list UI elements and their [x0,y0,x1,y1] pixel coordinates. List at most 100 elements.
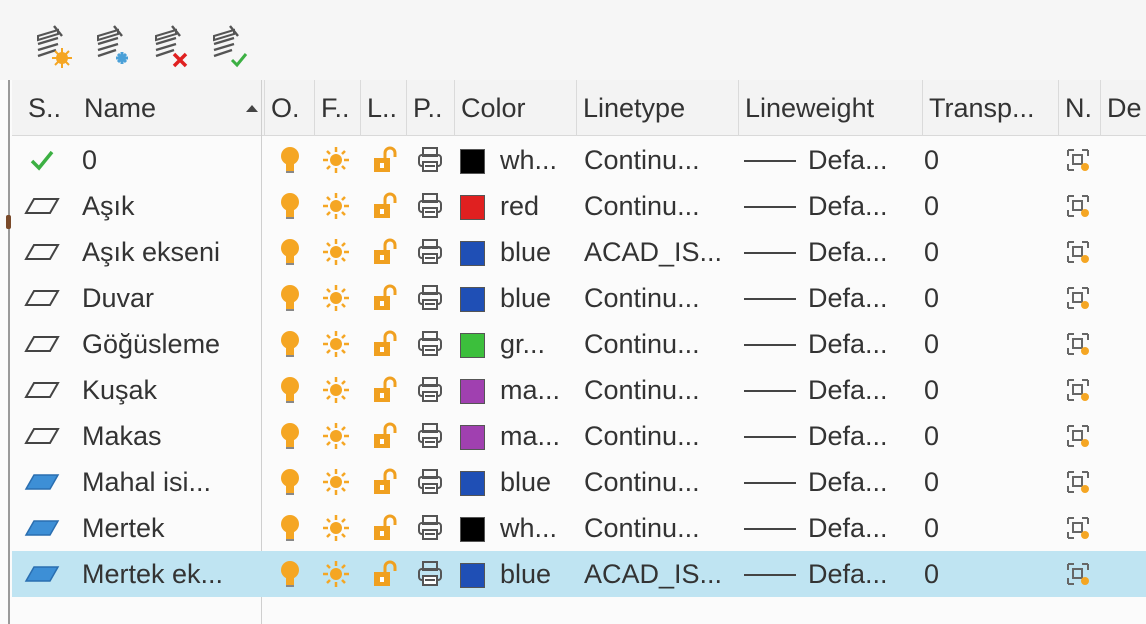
delete-layer-button[interactable] [150,22,194,70]
unlock-icon[interactable] [368,275,400,321]
color-name[interactable]: blue [500,275,551,321]
column-lock[interactable]: L.. [360,80,406,136]
layer-name[interactable]: 0 [82,137,97,183]
lineweight-value[interactable]: Defa... [808,413,888,459]
layer-name[interactable]: Kuşak [82,367,157,413]
transparency-value[interactable]: 0 [924,413,939,459]
linetype-value[interactable]: Continu... [584,505,700,551]
bulb-on-icon[interactable] [274,275,306,321]
table-row[interactable]: Göğüsleme gr... Continu... Defa... 0 [12,321,1146,367]
new-vp-freeze-icon[interactable] [1062,229,1094,275]
linetype-value[interactable]: Continu... [584,321,700,367]
unlock-icon[interactable] [368,183,400,229]
layer-name[interactable]: Mertek [82,505,165,551]
color-swatch[interactable] [460,563,485,588]
lineweight-value[interactable]: Defa... [808,367,888,413]
bulb-on-icon[interactable] [274,367,306,413]
sun-thaw-icon[interactable] [318,413,354,459]
color-name[interactable]: ma... [500,367,560,413]
layer-name[interactable]: Duvar [82,275,154,321]
table-row[interactable]: Makas ma... Continu... Defa... 0 [12,413,1146,459]
transparency-value[interactable]: 0 [924,137,939,183]
color-name[interactable]: blue [500,459,551,505]
new-vp-freeze-icon[interactable] [1062,459,1094,505]
new-layer-vp-frozen-button[interactable] [92,22,136,70]
new-vp-freeze-icon[interactable] [1062,321,1094,367]
transparency-value[interactable]: 0 [924,183,939,229]
color-swatch[interactable] [460,241,485,266]
unlock-icon[interactable] [368,367,400,413]
linetype-value[interactable]: Continu... [584,459,700,505]
layer-name[interactable]: Aşık ekseni [82,229,220,275]
transparency-value[interactable]: 0 [924,551,939,597]
color-swatch[interactable] [460,149,485,174]
plotter-icon[interactable] [414,183,446,229]
new-layer-button[interactable] [32,22,76,70]
unlock-icon[interactable] [368,137,400,183]
bulb-on-icon[interactable] [274,551,306,597]
column-description[interactable]: De [1100,80,1146,136]
bulb-on-icon[interactable] [274,229,306,275]
column-status[interactable]: S.. [22,80,78,136]
column-transparency[interactable]: Transp... [922,80,1058,136]
sun-thaw-icon[interactable] [318,459,354,505]
new-vp-freeze-icon[interactable] [1062,275,1094,321]
layer-name[interactable]: Mahal isi... [82,459,211,505]
transparency-value[interactable]: 0 [924,275,939,321]
unlock-icon[interactable] [368,321,400,367]
new-vp-freeze-icon[interactable] [1062,183,1094,229]
sun-thaw-icon[interactable] [318,183,354,229]
color-name[interactable]: red [500,183,539,229]
lineweight-value[interactable]: Defa... [808,505,888,551]
color-name[interactable]: blue [500,229,551,275]
color-name[interactable]: gr... [500,321,545,367]
sun-thaw-icon[interactable] [318,551,354,597]
column-new-vp-freeze[interactable]: N. [1058,80,1100,136]
color-name[interactable]: blue [500,551,551,597]
linetype-value[interactable]: Continu... [584,183,700,229]
sun-thaw-icon[interactable] [318,275,354,321]
linetype-value[interactable]: ACAD_IS... [584,551,722,597]
transparency-value[interactable]: 0 [924,367,939,413]
color-swatch[interactable] [460,471,485,496]
transparency-value[interactable]: 0 [924,459,939,505]
layer-name[interactable]: Mertek ek... [82,551,223,597]
new-vp-freeze-icon[interactable] [1062,413,1094,459]
transparency-value[interactable]: 0 [924,505,939,551]
new-vp-freeze-icon[interactable] [1062,367,1094,413]
color-swatch[interactable] [460,425,485,450]
column-on[interactable]: O. [264,80,314,136]
bulb-on-icon[interactable] [274,183,306,229]
bulb-on-icon[interactable] [274,413,306,459]
table-row[interactable]: Mertek ek... blue ACAD_IS... Defa... 0 [12,551,1146,597]
plotter-icon[interactable] [414,137,446,183]
color-swatch[interactable] [460,517,485,542]
column-freeze[interactable]: F.. [314,80,360,136]
plotter-icon[interactable] [414,229,446,275]
plotter-icon[interactable] [414,321,446,367]
column-lineweight[interactable]: Lineweight [738,80,922,136]
unlock-icon[interactable] [368,459,400,505]
set-current-button[interactable] [208,22,252,70]
color-swatch[interactable] [460,195,485,220]
table-row[interactable]: Aşık red Continu... Defa... 0 [12,183,1146,229]
plotter-icon[interactable] [414,551,446,597]
lineweight-value[interactable]: Defa... [808,321,888,367]
lineweight-value[interactable]: Defa... [808,183,888,229]
color-swatch[interactable] [460,287,485,312]
plotter-icon[interactable] [414,275,446,321]
table-row[interactable]: 0 wh... Continu... Defa... 0 [12,137,1146,183]
transparency-value[interactable]: 0 [924,229,939,275]
new-vp-freeze-icon[interactable] [1062,551,1094,597]
lineweight-value[interactable]: Defa... [808,275,888,321]
table-row[interactable]: Kuşak ma... Continu... Defa... 0 [12,367,1146,413]
plotter-icon[interactable] [414,459,446,505]
bulb-on-icon[interactable] [274,459,306,505]
new-vp-freeze-icon[interactable] [1062,137,1094,183]
layer-name[interactable]: Göğüsleme [82,321,220,367]
table-row[interactable]: Mahal isi... blue Continu... Defa... 0 [12,459,1146,505]
linetype-value[interactable]: Continu... [584,275,700,321]
column-color[interactable]: Color [454,80,576,136]
lineweight-value[interactable]: Defa... [808,137,888,183]
linetype-value[interactable]: ACAD_IS... [584,229,722,275]
